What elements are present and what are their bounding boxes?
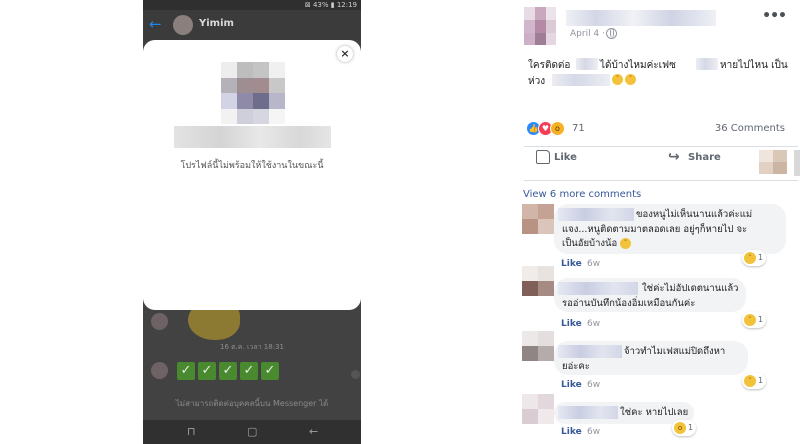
phone-screenshot: ⊠ 43% ▮ 12:19 ← Yimim 16 ต.ค. เวลา 18:31… bbox=[143, 0, 361, 444]
unavailable-notice: ไม่สามารถติดต่อบุคคลนี้บน Messenger ได้ bbox=[175, 399, 329, 408]
commenter-name-blurred[interactable] bbox=[558, 208, 634, 221]
sad-emoji-icon: ˘ bbox=[625, 74, 636, 85]
chat-header: ← Yimim bbox=[143, 10, 361, 40]
comment-like-button[interactable]: Like bbox=[561, 427, 582, 437]
wow-reaction-icon: o bbox=[674, 422, 686, 434]
like-button[interactable]: Like bbox=[536, 150, 577, 164]
comment-like-button[interactable]: Like bbox=[561, 319, 582, 329]
comment-reaction-badge[interactable]: ˘ 1 bbox=[742, 250, 766, 266]
message-date: 16 ต.ค. เวลา 18:31 bbox=[220, 343, 284, 351]
post-text-part: ห่วง bbox=[528, 76, 546, 87]
post-text-part: หายไปไหน เป็น bbox=[720, 60, 788, 71]
globe-icon bbox=[606, 28, 617, 39]
author-name-blurred[interactable] bbox=[566, 10, 716, 26]
profile-unavailable-dialog: × โปรไฟล์นี้ไม่พร้อมให้ใช้งานในขณะนี้ bbox=[143, 40, 361, 310]
comment-bubble: จ้าวทำไมเฟสแม่ปิดถึงหา ยอ่ะคะ bbox=[554, 341, 748, 375]
post-text-part: ได้บ้างไหมค่ะเฟซ bbox=[600, 60, 676, 71]
contact-name[interactable]: Yimim bbox=[199, 18, 234, 29]
profile-name-blurred bbox=[174, 126, 331, 148]
commenter-avatar-blurred[interactable] bbox=[522, 394, 554, 424]
comment-reaction-badge[interactable]: o 1 bbox=[672, 420, 696, 436]
close-button[interactable]: × bbox=[337, 46, 353, 62]
comment-reaction-badge[interactable]: ˘ 1 bbox=[742, 373, 766, 389]
avatar[interactable] bbox=[173, 15, 193, 35]
comment-reaction-badge[interactable]: ˘ 1 bbox=[742, 312, 766, 328]
status-indicators: ⊠ 43% ▮ 12:19 bbox=[304, 1, 357, 9]
profile-picture-blurred bbox=[221, 62, 285, 124]
comment-reaction-count: 1 bbox=[758, 315, 764, 324]
commenter-avatar-blurred[interactable] bbox=[522, 204, 554, 234]
comment-text-line: เป็นอัยบ้างน้อ bbox=[562, 238, 618, 249]
divider bbox=[524, 180, 798, 181]
thumbs-up-icon bbox=[536, 150, 550, 164]
profile-unavailable-message: โปรไฟล์นี้ไม่พร้อมให้ใช้งานในขณะนี้ bbox=[180, 161, 324, 171]
comment-text-line: ใช่คะ หายไปเลย bbox=[620, 407, 689, 418]
seen-avatar bbox=[351, 370, 360, 379]
viewer-avatar-blurred[interactable] bbox=[759, 150, 787, 174]
commenter-name-blurred[interactable] bbox=[558, 282, 638, 295]
contact-avatar bbox=[151, 313, 168, 330]
sad-reaction-icon: ˘ bbox=[744, 314, 756, 326]
commenter-name-blurred[interactable] bbox=[558, 406, 618, 419]
comment-reaction-count: 1 bbox=[758, 253, 764, 262]
home-icon[interactable]: ▢ bbox=[247, 424, 257, 440]
comment-bubble: ของหนูไม่เห็นนานแล้วค่ะแม่ แจง...หนูติดต… bbox=[554, 204, 786, 254]
commenter-avatar-blurred[interactable] bbox=[522, 331, 554, 361]
sad-emoji-icon: ˘ bbox=[620, 238, 631, 249]
comment-text-line: แจง...หนูติดตามมาตลอดเลย อยู่ๆก็หายไป จะ bbox=[562, 224, 748, 235]
check-icon: ✓ bbox=[261, 362, 279, 380]
recent-apps-icon[interactable]: ⊓ bbox=[187, 424, 196, 440]
comment-bubble: ใช่ค่ะไม่อัปเดตนานแล้ว รออ่านบันทึกน้องอ… bbox=[554, 278, 746, 312]
post-text-part: ใครติดต่อ bbox=[528, 60, 571, 71]
comment-reaction-count: 1 bbox=[758, 376, 764, 385]
sad-emoji-icon: ˘ bbox=[612, 74, 623, 85]
comment-text-line: จ้าวทำไมเฟสแม่ปิดถึงหา bbox=[624, 346, 726, 357]
status-bar: ⊠ 43% ▮ 12:19 bbox=[143, 0, 361, 10]
arrow-left-icon[interactable]: ← bbox=[149, 16, 162, 33]
post-date[interactable]: April 4 · bbox=[570, 29, 605, 39]
comment-text-line: รออ่านบันทึกน้องอิ่มเหมือนกันค่ะ bbox=[562, 298, 696, 309]
comments-count[interactable]: 36 Comments bbox=[715, 123, 785, 134]
share-arrow-icon: ↪ bbox=[668, 149, 680, 165]
comment-timestamp[interactable]: 6w bbox=[587, 380, 600, 390]
wow-reaction-icon: o bbox=[550, 121, 565, 136]
more-options-icon[interactable]: ••• bbox=[762, 8, 787, 24]
back-nav-icon[interactable]: ← bbox=[309, 424, 318, 440]
comment-timestamp[interactable]: 6w bbox=[587, 259, 600, 269]
author-avatar-blurred[interactable] bbox=[524, 7, 556, 45]
commenter-avatar-blurred[interactable] bbox=[522, 266, 554, 296]
contact-avatar bbox=[151, 362, 168, 379]
view-more-comments-link[interactable]: View 6 more comments bbox=[523, 189, 641, 200]
divider bbox=[524, 146, 798, 147]
scrollbar[interactable] bbox=[794, 150, 800, 176]
share-label: Share bbox=[688, 152, 721, 163]
check-icon: ✓ bbox=[177, 362, 195, 380]
facebook-post: April 4 · ••• ใครติดต่อ ได้บ้างไหมค่ะเฟซ… bbox=[514, 0, 800, 444]
comment-text-line: ยอ่ะคะ bbox=[562, 361, 590, 372]
comment-text-line: ของหนูไม่เห็นนานแล้วค่ะแม่ bbox=[636, 209, 753, 220]
comment-reaction-count: 1 bbox=[688, 423, 694, 432]
commenter-name-blurred[interactable] bbox=[558, 345, 622, 358]
sad-reaction-icon: ˘ bbox=[744, 375, 756, 387]
sad-reaction-icon: ˘ bbox=[744, 252, 756, 264]
like-label: Like bbox=[554, 152, 577, 163]
check-icon: ✓ bbox=[198, 362, 216, 380]
redacted-text bbox=[552, 74, 610, 86]
android-nav-bar: ⊓ ▢ ← bbox=[143, 420, 361, 444]
redacted-text bbox=[576, 58, 598, 70]
comment-text-line: ใช่ค่ะไม่อัปเดตนานแล้ว bbox=[642, 283, 739, 294]
comment-timestamp[interactable]: 6w bbox=[587, 319, 600, 329]
comment-timestamp[interactable]: 6w bbox=[587, 427, 600, 437]
share-button[interactable]: ↪ Share bbox=[668, 149, 721, 165]
reaction-count[interactable]: 71 bbox=[572, 123, 585, 134]
comment-like-button[interactable]: Like bbox=[561, 259, 582, 269]
comment-like-button[interactable]: Like bbox=[561, 380, 582, 390]
redacted-text bbox=[696, 58, 718, 70]
check-icon: ✓ bbox=[240, 362, 258, 380]
comment-bubble: ใช่คะ หายไปเลย bbox=[554, 402, 694, 424]
check-icon: ✓ bbox=[219, 362, 237, 380]
